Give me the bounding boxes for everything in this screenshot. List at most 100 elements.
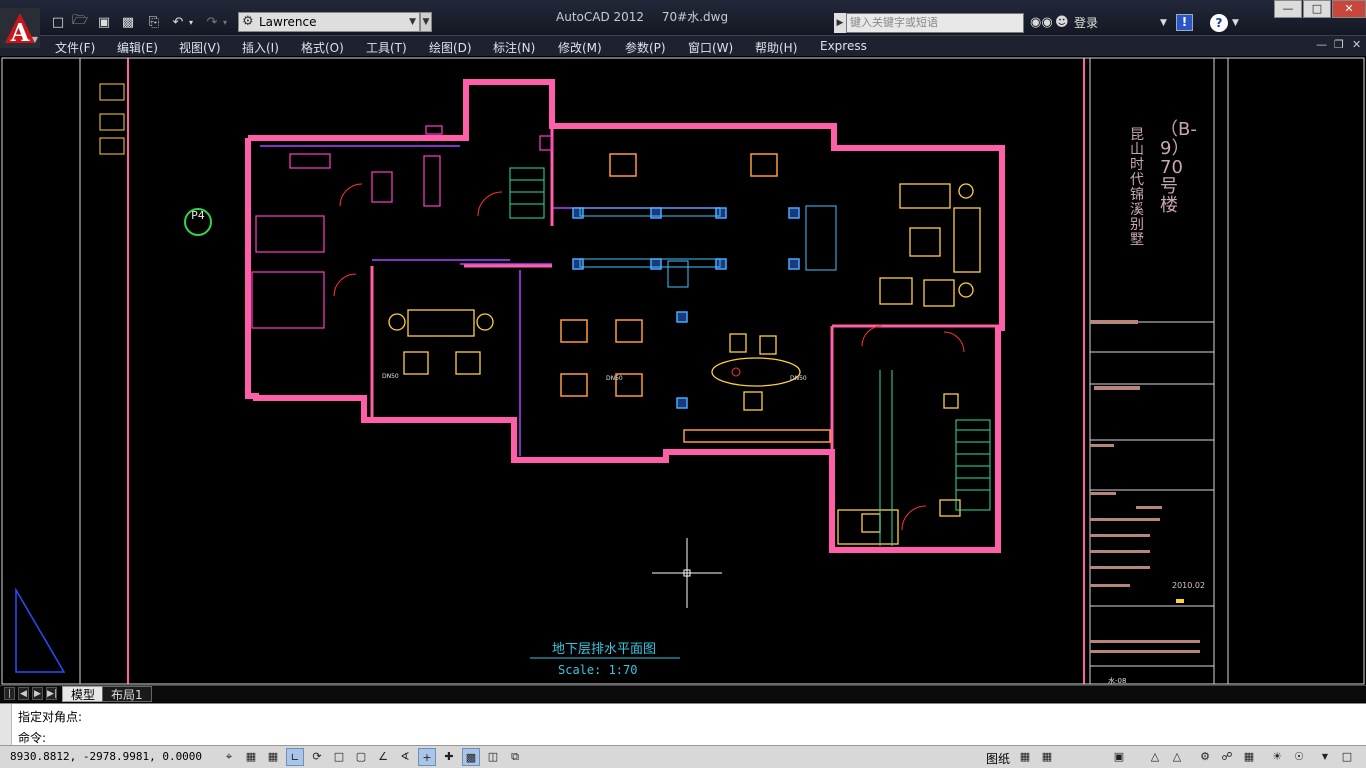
app-name: AutoCAD 2012: [556, 10, 645, 24]
prev-tab-button[interactable]: ◀: [18, 687, 29, 700]
menu-parametric[interactable]: 参数(P): [625, 39, 666, 56]
redo-dropdown-icon[interactable]: ▾: [220, 13, 230, 31]
command-history: 指定对角点:: [18, 710, 83, 724]
save-as-icon[interactable]: ▩: [118, 13, 138, 31]
ucs-icon: [15, 587, 66, 673]
titleblock-date: 2010.02: [1172, 581, 1206, 590]
undo-icon[interactable]: ↶: [168, 13, 188, 31]
print-icon[interactable]: ⎘: [144, 13, 164, 31]
menu-bar: 文件(F) 编辑(E) 视图(V) 插入(I) 格式(O) 工具(T) 绘图(D…: [0, 36, 1366, 56]
quick-access-dropdown[interactable]: ▼: [420, 12, 432, 32]
help-dropdown-icon[interactable]: ▼: [1232, 13, 1239, 33]
chevron-down-icon: ▼: [409, 17, 416, 27]
snap-mode-icon[interactable]: ▦: [242, 748, 260, 766]
menu-insert[interactable]: 插入(I): [242, 39, 279, 56]
dynamic-ucs-icon[interactable]: ∢: [396, 748, 414, 766]
close-button[interactable]: ✕: [1332, 0, 1366, 18]
marker-text: P4: [191, 209, 205, 222]
annotation-scale-icon[interactable]: △: [1146, 748, 1164, 766]
undo-dropdown-icon[interactable]: ▾: [186, 13, 196, 31]
chevron-down-icon: ▼: [31, 35, 38, 44]
transparency-icon[interactable]: ▩: [462, 748, 480, 766]
document-name: 70#水.dwg: [661, 10, 729, 24]
info-icon[interactable]: !: [1176, 14, 1193, 31]
object-snap-tracking-icon[interactable]: ∠: [374, 748, 392, 766]
menu-draw[interactable]: 绘图(D): [429, 39, 472, 56]
menu-file[interactable]: 文件(F): [55, 39, 95, 56]
login-dropdown-icon[interactable]: ▼: [1160, 13, 1167, 33]
menu-format[interactable]: 格式(O): [301, 39, 344, 56]
gear-icon: ⚙: [242, 14, 254, 29]
window-title: AutoCAD 2012 70#水.dwg: [556, 8, 742, 25]
last-tab-button[interactable]: ▶|: [46, 687, 57, 700]
menu-modify[interactable]: 修改(M): [558, 39, 602, 56]
workspace-value: Lawrence: [259, 15, 317, 29]
hardware-acceleration-icon[interactable]: ▦: [1240, 748, 1258, 766]
open-file-icon[interactable]: 🗁: [70, 13, 90, 31]
menu-tools[interactable]: 工具(T): [366, 39, 407, 56]
menu-help[interactable]: 帮助(H): [755, 39, 797, 56]
dynamic-input-icon[interactable]: +: [418, 748, 436, 766]
lightbulb-icon[interactable]: ☉: [1290, 748, 1308, 766]
drawing-area[interactable]: P4 DN50 DN50 DN50 地下层排水平面图 Scale: 1:70 昆…: [0, 56, 1366, 685]
grid-display-icon[interactable]: ▦: [264, 748, 282, 766]
object-snap-icon[interactable]: □: [330, 748, 348, 766]
lineweight-icon[interactable]: ✚: [440, 748, 458, 766]
drawing-scale: Scale: 1:70: [558, 663, 638, 677]
3d-object-snap-icon[interactable]: ▢: [352, 748, 370, 766]
maximize-button[interactable]: □: [1303, 0, 1331, 18]
login-button[interactable]: 登录: [1074, 14, 1098, 31]
layout-tab-bar: |◀ ◀ ▶ ▶| 模型 布局1: [0, 685, 1366, 712]
dn-label-3: DN50: [790, 375, 807, 382]
quick-view-drawings-icon[interactable]: ▦: [1038, 748, 1056, 766]
tab-layout1[interactable]: 布局1: [102, 686, 152, 702]
lock-icon[interactable]: ☍: [1218, 748, 1236, 766]
doc-close-button[interactable]: ✕: [1352, 38, 1361, 51]
dn-label-1: DN50: [382, 373, 399, 380]
user-icon[interactable]: ☻: [1055, 13, 1069, 33]
menu-edit[interactable]: 编辑(E): [117, 39, 158, 56]
menu-view[interactable]: 视图(V): [179, 39, 221, 56]
exterior-wall: [245, 79, 1005, 553]
infer-constraints-icon[interactable]: ⌖: [220, 748, 238, 766]
status-menu-icon[interactable]: ▼: [1316, 748, 1334, 766]
minimize-button[interactable]: —: [1274, 0, 1302, 18]
titleblock-building: （B-9）70号楼: [1160, 119, 1197, 216]
command-line-grip[interactable]: [0, 704, 12, 746]
workspace-switching-icon[interactable]: ⚙: [1196, 748, 1214, 766]
annotation-visibility-icon[interactable]: △: [1168, 748, 1186, 766]
menu-dimension[interactable]: 标注(N): [493, 39, 535, 56]
autocad-logo-icon: A: [5, 13, 35, 43]
quick-view-layouts-icon[interactable]: ▦: [1016, 748, 1034, 766]
clean-screen-icon[interactable]: □: [1338, 748, 1356, 766]
workspace-select[interactable]: ⚙ Lawrence ▼: [238, 12, 420, 32]
first-tab-button[interactable]: |◀: [4, 687, 15, 712]
polar-tracking-icon[interactable]: ⟳: [308, 748, 326, 766]
command-line[interactable]: 指定对角点: 命令:: [0, 703, 1366, 746]
paper-model-toggle[interactable]: 图纸: [986, 750, 1010, 767]
quick-properties-icon[interactable]: ◫: [484, 748, 502, 766]
menu-express[interactable]: Express: [820, 39, 867, 53]
maximize-viewport-icon[interactable]: ▣: [1110, 748, 1128, 766]
application-menu-button[interactable]: A ▼: [0, 8, 40, 48]
next-tab-button[interactable]: ▶: [32, 687, 43, 700]
doc-minimize-button[interactable]: —: [1316, 38, 1327, 51]
binoculars-icon[interactable]: ◉◉: [1030, 13, 1053, 33]
selection-cycling-icon[interactable]: ⧉: [506, 748, 524, 766]
dn-label-2: DN50: [606, 375, 623, 382]
status-bar: 8930.8812, -2978.9981, 0.0000 ⌖ ▦ ▦ ∟ ⟳ …: [0, 745, 1366, 768]
coordinates-readout[interactable]: 8930.8812, -2978.9981, 0.0000: [10, 750, 202, 763]
doc-restore-button[interactable]: ❐: [1334, 38, 1344, 51]
isolate-objects-icon[interactable]: ☀: [1268, 748, 1286, 766]
redo-icon[interactable]: ↷: [202, 13, 222, 31]
tab-model[interactable]: 模型: [62, 686, 105, 702]
menu-window[interactable]: 窗口(W): [688, 39, 733, 56]
help-icon[interactable]: ?: [1210, 14, 1228, 32]
search-expand-icon[interactable]: ▶: [834, 13, 846, 33]
search-input[interactable]: 键入关键字或短语: [846, 13, 1024, 33]
new-file-icon[interactable]: □: [48, 13, 68, 31]
command-prompt[interactable]: 命令:: [18, 729, 46, 746]
ortho-mode-icon[interactable]: ∟: [286, 748, 304, 766]
save-icon[interactable]: ▣: [94, 13, 114, 31]
titleblock-project: 昆山时代锦溪别墅: [1130, 127, 1144, 248]
